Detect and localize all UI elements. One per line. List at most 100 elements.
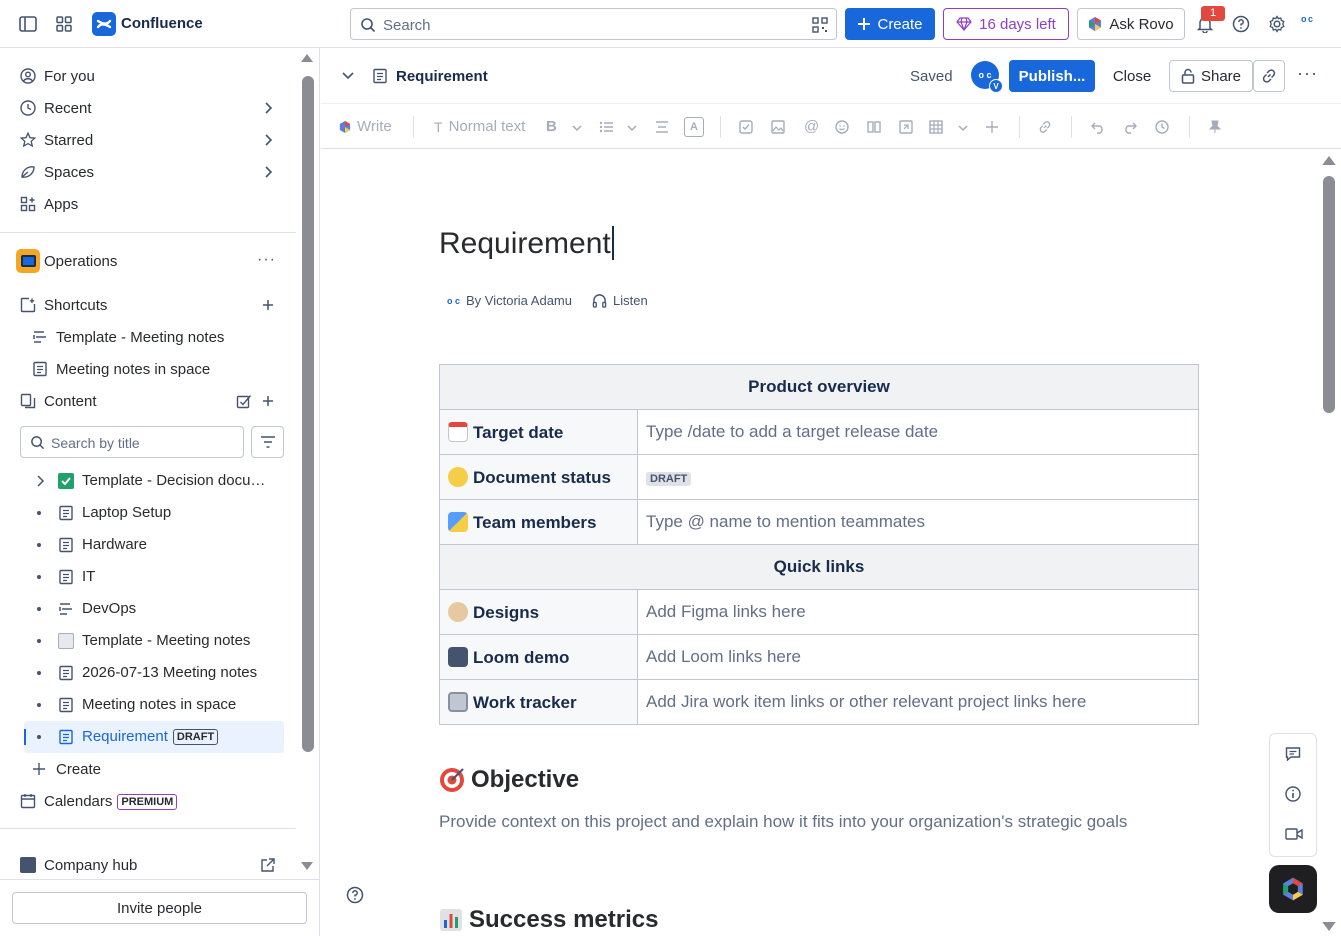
confluence-logo-icon[interactable]: [92, 12, 116, 36]
tree-item[interactable]: IT: [24, 561, 284, 593]
page-title[interactable]: Requirement: [439, 226, 614, 261]
chevron-down-icon[interactable]: [626, 123, 638, 133]
global-search-input[interactable]: Search: [350, 8, 837, 40]
table-cell-value[interactable]: Type @ name to mention teammates: [637, 499, 1199, 545]
link-icon[interactable]: [1038, 120, 1052, 134]
add-content-plus-icon[interactable]: [260, 393, 276, 409]
mention-icon[interactable]: @: [804, 118, 819, 135]
align-icon[interactable]: [654, 120, 670, 134]
scroll-down-arrow-icon[interactable]: [1322, 922, 1336, 931]
sidebar-item-apps[interactable]: Apps: [12, 188, 284, 220]
emoji-icon[interactable]: [835, 120, 849, 134]
table-icon[interactable]: [929, 120, 943, 134]
table-cell-value[interactable]: Add Jira work item links or other releva…: [637, 679, 1199, 725]
shortcut-meeting-notes-in-space[interactable]: Meeting notes in space: [24, 353, 284, 385]
listen-button[interactable]: Listen: [613, 293, 648, 308]
chevron-right-icon[interactable]: [260, 100, 276, 116]
bold-icon[interactable]: B: [546, 118, 557, 135]
chevron-down-icon[interactable]: [571, 123, 583, 133]
app-name[interactable]: Confluence: [121, 15, 203, 32]
more-options-icon[interactable]: ···: [1297, 63, 1318, 84]
collaborator-avatar[interactable]: o c V: [971, 61, 1003, 93]
search-filter-icon[interactable]: [812, 17, 828, 33]
table-cell-key[interactable]: Document status: [439, 454, 638, 500]
objective-placeholder-text[interactable]: Provide context on this project and expl…: [439, 812, 1127, 832]
publish-button[interactable]: Publish...: [1009, 60, 1095, 92]
sidebar-item-content[interactable]: Content: [12, 385, 284, 417]
table-header-product-overview[interactable]: Product overview: [439, 364, 1199, 410]
space-header-operations[interactable]: Operations ···: [12, 245, 284, 277]
tree-item[interactable]: Template - Meeting notes: [24, 625, 284, 657]
trial-button[interactable]: 16 days left: [943, 8, 1069, 40]
sidebar-item-company-hub[interactable]: Company hub: [12, 849, 284, 881]
breadcrumb-page-title[interactable]: Requirement: [396, 68, 488, 85]
sidebar-scrollbar-thumb[interactable]: [302, 76, 314, 752]
sidebar-create-button[interactable]: Create: [12, 753, 284, 785]
task-checkbox-icon[interactable]: [739, 120, 753, 134]
collapse-chevron-icon[interactable]: [341, 68, 355, 82]
table-header-quick-links[interactable]: Quick links: [439, 544, 1199, 590]
tree-item[interactable]: 2026-07-13 Meeting notes: [24, 657, 284, 689]
table-cell-value[interactable]: Add Figma links here: [637, 589, 1199, 635]
settings-gear-icon[interactable]: [1265, 12, 1289, 36]
table-cell-value[interactable]: Type /date to add a target release date: [637, 409, 1199, 455]
editor-help-icon[interactable]: [346, 886, 364, 904]
tree-item-selected[interactable]: Requirement DRAFT: [24, 721, 284, 753]
ask-rovo-button[interactable]: Ask Rovo: [1077, 8, 1185, 40]
help-icon[interactable]: [1229, 12, 1253, 36]
expand-chevron-icon[interactable]: [33, 474, 47, 488]
bullet-list-icon[interactable]: [599, 120, 615, 134]
close-button[interactable]: Close: [1103, 60, 1161, 92]
chevron-right-icon[interactable]: [260, 132, 276, 148]
sidebar-toggle-icon[interactable]: [16, 12, 40, 36]
chevron-down-icon[interactable]: [957, 123, 969, 133]
tree-item[interactable]: Template - Decision documentation: [24, 465, 284, 497]
table-cell-value[interactable]: Add Loom links here: [637, 634, 1199, 680]
sidebar-item-shortcuts[interactable]: Shortcuts: [12, 289, 284, 321]
tree-item[interactable]: Laptop Setup: [24, 497, 284, 529]
insert-plus-icon[interactable]: [985, 120, 999, 134]
author-byline[interactable]: By Victoria Adamu: [466, 293, 572, 308]
bulk-edit-icon[interactable]: [236, 393, 252, 409]
sidebar-item-spaces[interactable]: Spaces: [12, 156, 284, 188]
video-record-icon[interactable]: [1285, 826, 1303, 842]
table-cell-key[interactable]: Designs: [439, 589, 638, 635]
version-history-icon[interactable]: [1155, 120, 1169, 134]
image-icon[interactable]: [771, 120, 785, 134]
diagram-icon[interactable]: [899, 120, 913, 134]
shortcut-template-meeting-notes[interactable]: Template - Meeting notes: [24, 321, 284, 353]
table-cell-key[interactable]: Loom demo: [439, 634, 638, 680]
table-cell-value[interactable]: DRAFT: [637, 454, 1199, 500]
scroll-down-arrow-icon[interactable]: [301, 862, 313, 870]
sidebar-item-starred[interactable]: Starred: [12, 124, 284, 156]
share-button[interactable]: Share: [1169, 60, 1253, 92]
layout-columns-icon[interactable]: [867, 120, 881, 134]
profile-avatar[interactable]: o c: [1301, 14, 1313, 24]
app-switcher-icon[interactable]: [52, 12, 76, 36]
scroll-up-arrow-icon[interactable]: [301, 54, 313, 62]
sidebar-item-recent[interactable]: Recent: [12, 92, 284, 124]
add-shortcut-plus-icon[interactable]: [260, 297, 276, 313]
rovo-chat-button[interactable]: [1269, 865, 1317, 913]
success-metrics-heading[interactable]: Success metrics: [439, 906, 658, 934]
info-icon[interactable]: [1285, 786, 1301, 802]
comment-icon[interactable]: [1285, 746, 1301, 762]
create-button[interactable]: Create: [845, 8, 935, 40]
table-cell-key[interactable]: Target date: [439, 409, 638, 455]
tree-item[interactable]: Meeting notes in space: [24, 689, 284, 721]
pin-icon[interactable]: [1208, 120, 1222, 134]
tree-item[interactable]: DevOps: [24, 593, 284, 625]
undo-icon[interactable]: [1091, 120, 1105, 134]
text-color-icon[interactable]: A: [684, 117, 704, 137]
sidebar-item-for-you[interactable]: For you: [12, 60, 284, 92]
objective-heading[interactable]: Objective: [439, 766, 579, 794]
content-scrollbar-thumb[interactable]: [1323, 176, 1335, 413]
table-cell-key[interactable]: Work tracker: [439, 679, 638, 725]
write-ai-button[interactable]: Write: [339, 118, 392, 135]
sidebar-item-calendars[interactable]: Calendars PREMIUM: [12, 785, 284, 817]
copy-link-button[interactable]: [1253, 60, 1285, 92]
more-actions-icon[interactable]: ···: [257, 251, 276, 269]
chevron-right-icon[interactable]: [260, 164, 276, 180]
scroll-up-arrow-icon[interactable]: [1322, 156, 1336, 165]
search-by-title-input[interactable]: Search by title: [20, 426, 244, 458]
